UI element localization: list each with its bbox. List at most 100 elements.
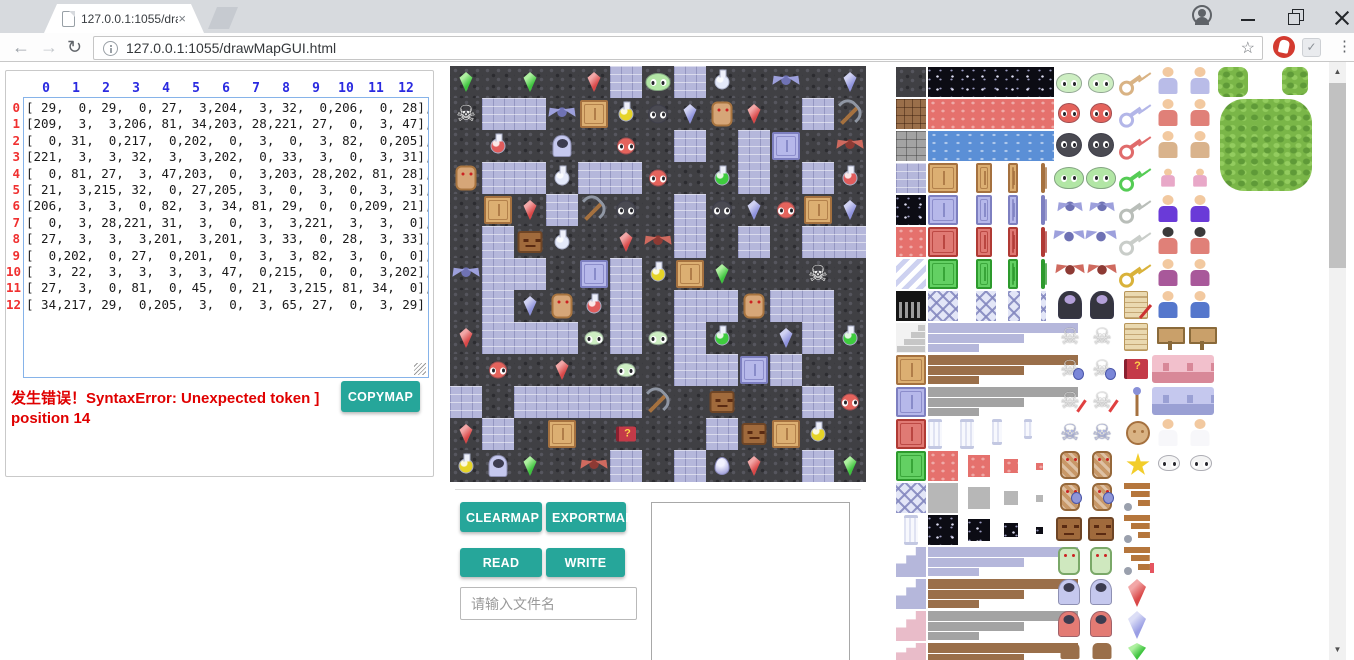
palette-sprite[interactable] bbox=[1188, 227, 1212, 255]
new-tab-button[interactable] bbox=[208, 7, 238, 29]
map-tile[interactable] bbox=[642, 354, 674, 386]
palette-sprite[interactable] bbox=[1058, 419, 1082, 447]
palette-sprite[interactable] bbox=[1036, 463, 1043, 470]
palette-sprite[interactable] bbox=[1152, 387, 1214, 415]
map-tile[interactable] bbox=[546, 450, 578, 482]
map-tile[interactable] bbox=[450, 194, 482, 226]
palette-sprite[interactable] bbox=[1054, 167, 1084, 189]
close-button[interactable] bbox=[1331, 6, 1353, 26]
map-tile[interactable] bbox=[738, 98, 770, 130]
map-tile[interactable] bbox=[834, 418, 866, 450]
palette-sprite[interactable] bbox=[1191, 169, 1208, 188]
map-tile[interactable] bbox=[482, 130, 514, 162]
map-tile[interactable] bbox=[706, 162, 738, 194]
map-tile[interactable] bbox=[514, 418, 546, 450]
map-tile[interactable] bbox=[834, 98, 866, 130]
map-tile[interactable] bbox=[514, 194, 546, 226]
palette-sprite[interactable] bbox=[1056, 73, 1082, 93]
palette-sprite[interactable] bbox=[1188, 99, 1212, 127]
palette-sprite[interactable] bbox=[1008, 259, 1018, 289]
palette-sprite[interactable] bbox=[896, 163, 926, 193]
map-tile[interactable] bbox=[578, 418, 610, 450]
map-tile[interactable] bbox=[578, 130, 610, 162]
palette-sprite[interactable] bbox=[928, 387, 1078, 417]
palette-sprite[interactable] bbox=[1058, 201, 1082, 215]
palette-sprite[interactable] bbox=[1090, 643, 1114, 660]
palette-sprite[interactable] bbox=[968, 519, 990, 541]
map-tile[interactable] bbox=[482, 450, 514, 482]
palette-sprite[interactable] bbox=[1086, 229, 1116, 249]
matrix-textarea[interactable]: [ 29, 0, 29, 0, 27, 3,204, 3, 32, 0,206,… bbox=[23, 97, 429, 378]
map-tile[interactable] bbox=[706, 450, 738, 482]
map-tile[interactable] bbox=[450, 418, 482, 450]
browser-tab[interactable]: 127.0.0.1:1055/drawMa × bbox=[44, 4, 204, 33]
map-tile[interactable] bbox=[546, 162, 578, 194]
map-tile[interactable] bbox=[546, 66, 578, 98]
map-tile[interactable] bbox=[674, 450, 706, 482]
palette-sprite[interactable] bbox=[928, 291, 958, 321]
palette-sprite[interactable] bbox=[1156, 323, 1184, 351]
map-tile[interactable] bbox=[482, 226, 514, 258]
map-tile[interactable] bbox=[450, 386, 482, 418]
map-tile[interactable] bbox=[738, 194, 770, 226]
palette-sprite[interactable] bbox=[928, 483, 958, 513]
map-tile[interactable] bbox=[738, 66, 770, 98]
palette-sprite[interactable] bbox=[1090, 387, 1114, 415]
map-tile[interactable] bbox=[610, 322, 642, 354]
map-tile[interactable] bbox=[738, 290, 770, 322]
map-tile[interactable] bbox=[834, 194, 866, 226]
map-tile[interactable] bbox=[546, 194, 578, 226]
palette-sprite[interactable] bbox=[1058, 291, 1082, 319]
map-tile[interactable] bbox=[802, 322, 834, 354]
map-tile[interactable] bbox=[610, 194, 642, 226]
map-tile[interactable] bbox=[738, 418, 770, 450]
url-text[interactable]: 127.0.0.1:1055/drawMapGUI.html bbox=[126, 40, 336, 56]
map-tile[interactable] bbox=[642, 258, 674, 290]
palette-sprite[interactable] bbox=[928, 547, 1078, 577]
map-tile[interactable] bbox=[674, 162, 706, 194]
exportmap-button[interactable]: EXPORTMAP bbox=[546, 502, 626, 532]
copymap-button[interactable]: COPYMAP bbox=[341, 381, 420, 412]
palette-sprite[interactable] bbox=[1156, 419, 1180, 447]
palette-sprite[interactable] bbox=[1124, 323, 1148, 351]
palette-sprite[interactable] bbox=[896, 483, 926, 513]
palette-sprite[interactable] bbox=[1058, 103, 1080, 123]
palette-sprite[interactable] bbox=[928, 67, 1054, 97]
palette-sprite[interactable] bbox=[1041, 291, 1046, 321]
palette-sprite[interactable] bbox=[1188, 323, 1216, 351]
map-tile[interactable] bbox=[738, 386, 770, 418]
palette-sprite[interactable] bbox=[1041, 163, 1045, 193]
palette-sprite[interactable] bbox=[1282, 67, 1308, 95]
palette-sprite[interactable] bbox=[1088, 517, 1114, 541]
palette-sprite[interactable] bbox=[1041, 259, 1045, 289]
map-tile[interactable] bbox=[834, 322, 866, 354]
palette-sprite[interactable] bbox=[1090, 103, 1112, 123]
map-tile[interactable] bbox=[834, 354, 866, 386]
minimize-button[interactable] bbox=[1238, 6, 1260, 26]
map-tile[interactable] bbox=[802, 258, 834, 290]
map-tile[interactable] bbox=[834, 450, 866, 482]
map-tile[interactable] bbox=[642, 130, 674, 162]
map-tile[interactable] bbox=[450, 258, 482, 290]
palette-sprite[interactable] bbox=[896, 611, 926, 641]
map-tile[interactable] bbox=[482, 98, 514, 130]
palette-sprite[interactable] bbox=[1188, 67, 1212, 95]
map-tile[interactable] bbox=[802, 194, 834, 226]
forward-icon[interactable]: → bbox=[40, 35, 58, 59]
palette-sprite[interactable] bbox=[1004, 491, 1018, 505]
palette-sprite[interactable] bbox=[896, 643, 926, 660]
map-tile[interactable] bbox=[642, 322, 674, 354]
palette-sprite[interactable] bbox=[928, 515, 958, 545]
palette-sprite[interactable] bbox=[928, 227, 958, 257]
palette-sprite[interactable] bbox=[928, 163, 958, 193]
map-tile[interactable] bbox=[674, 130, 706, 162]
map-tile[interactable] bbox=[802, 418, 834, 450]
palette-sprite[interactable] bbox=[1090, 579, 1112, 605]
map-tile[interactable] bbox=[738, 258, 770, 290]
palette-sprite[interactable] bbox=[960, 419, 974, 449]
palette-sprite[interactable] bbox=[1036, 527, 1043, 534]
map-tile[interactable] bbox=[706, 194, 738, 226]
palette-sprite[interactable] bbox=[1152, 355, 1214, 383]
map-tile[interactable] bbox=[514, 226, 546, 258]
info-icon[interactable] bbox=[103, 41, 118, 56]
